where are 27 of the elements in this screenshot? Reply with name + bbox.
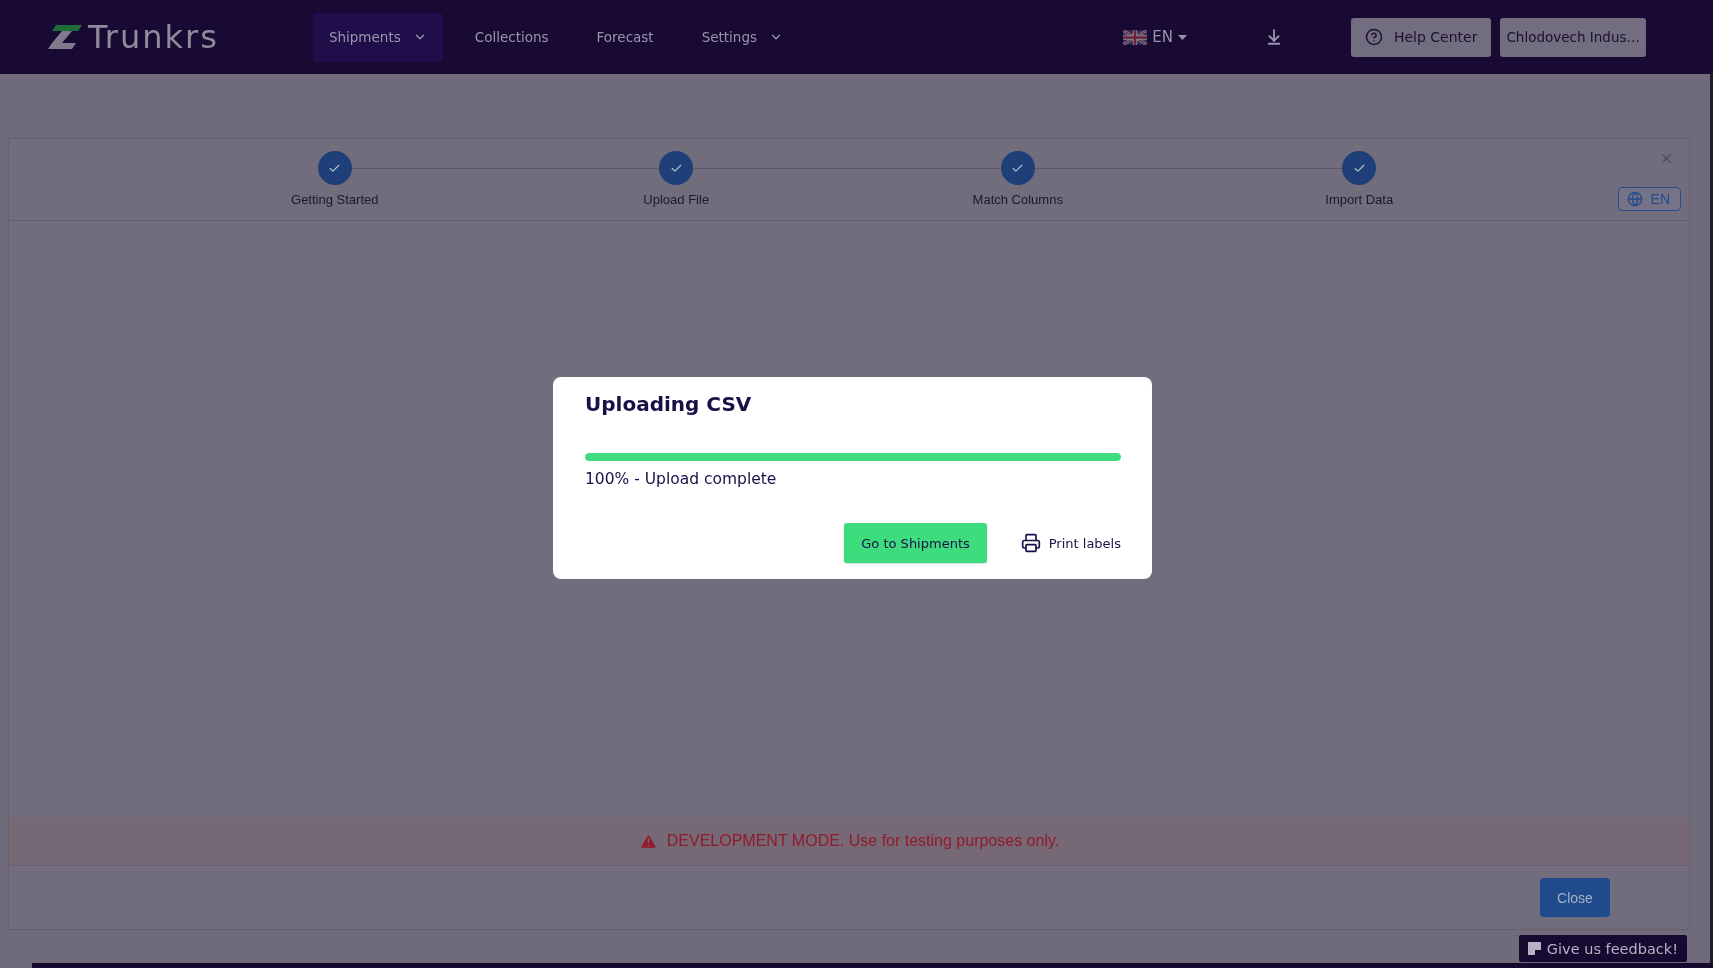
close-icon: [1659, 151, 1674, 166]
print-labels-button[interactable]: Print labels: [1020, 533, 1121, 553]
help-center-button[interactable]: Help Center: [1350, 17, 1492, 57]
banner-text: DEVELOPMENT MODE. Use for testing purposes only.: [666, 832, 1060, 850]
language-selector[interactable]: EN: [1123, 28, 1187, 46]
nav-item[interactable]: Shipments: [312, 12, 443, 62]
account-button[interactable]: Chlodovech Indus…: [1500, 17, 1646, 57]
globe-icon: [1626, 191, 1643, 207]
step-label: Match Columns: [972, 192, 1063, 207]
nav-item[interactable]: Settings: [685, 12, 800, 62]
step-label: Import Data: [1325, 192, 1394, 207]
go-to-shipments-button[interactable]: Go to Shipments: [844, 523, 987, 563]
nav-item[interactable]: Forecast: [580, 12, 670, 62]
step-label: Upload File: [643, 192, 710, 207]
message-icon: [1527, 942, 1541, 955]
nav-item[interactable]: Collections: [458, 12, 565, 62]
flag-icon: [1123, 29, 1148, 45]
close-button[interactable]: Close: [1540, 878, 1610, 917]
logo-text: Trunkrs: [88, 18, 219, 56]
caret-icon: [1177, 34, 1187, 40]
logo-icon: [48, 25, 82, 49]
feedback-button[interactable]: Give us feedback!: [1518, 935, 1687, 962]
printer-icon: [1020, 533, 1041, 553]
upload-status: 100% - Upload complete: [585, 469, 778, 489]
help-icon: [1364, 28, 1383, 46]
dialog-title: Uploading CSV: [585, 391, 753, 417]
step-label: Getting Started: [291, 192, 379, 207]
